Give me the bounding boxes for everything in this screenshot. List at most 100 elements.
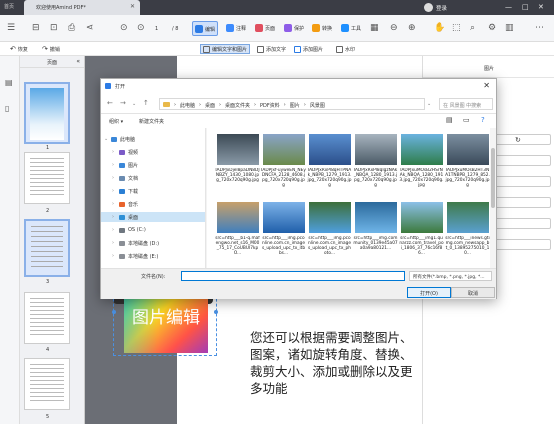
folder-tree-item[interactable]: › 下载 <box>101 186 205 196</box>
scrollbar-thumb[interactable] <box>491 148 495 208</box>
recent-chevron-icon[interactable]: ⌄ <box>132 101 136 107</box>
view-options-icon[interactable]: ▤ <box>446 116 453 124</box>
thumbnail-panel-icon[interactable]: ▤ <box>5 78 13 87</box>
folder-tree-item[interactable]: › 文档 <box>101 173 205 183</box>
file-tile[interactable]: src=http___img.community_0139e45a07a0a9a… <box>353 202 398 257</box>
folder-tree-item[interactable]: › 音乐 <box>101 199 205 209</box>
filename-input[interactable] <box>181 271 405 281</box>
watermark-button[interactable]: 水印 <box>334 44 357 54</box>
layout-icon[interactable]: ▦ <box>370 24 379 33</box>
help-icon[interactable]: ? <box>481 116 485 124</box>
add-image-button[interactable]: 添加图片 <box>292 44 325 54</box>
hand-tool-icon[interactable]: ✋ <box>434 24 445 33</box>
page-thumbnail[interactable] <box>24 219 70 277</box>
file-tile[interactable]: IADPJxDjeI8paDN8DJNBZY_1430_1080.jpg_720… <box>215 134 260 189</box>
search-input[interactable]: 在 风景图 中搜索 <box>439 98 493 110</box>
print-icon[interactable]: ⎙ <box>68 24 75 33</box>
folder-tree-item[interactable]: › 本地磁盘 (D:) <box>101 238 205 248</box>
property-field[interactable] <box>489 197 551 208</box>
preview-pane-icon[interactable]: ▭ <box>463 116 470 124</box>
chevron-right-icon[interactable]: › <box>112 201 116 207</box>
file-tile[interactable]: IADPJxuMOsB2HSrNAk_NBQA_1280_1913.jpg_72… <box>399 134 444 189</box>
property-field[interactable] <box>489 155 551 166</box>
address-bar[interactable]: › 此电脑 › 桌面 › 桌面文件夹 › PDF资料 › 图片 › 风景图 <box>159 98 425 110</box>
prev-page-icon[interactable]: ⊙ <box>120 24 128 33</box>
chevron-right-icon[interactable]: › <box>112 253 116 259</box>
file-grid-scrollbar[interactable] <box>490 128 496 268</box>
folder-tree-item[interactable]: › 本地磁盘 (E:) <box>101 251 205 261</box>
chevron-right-icon[interactable]: › <box>112 214 116 220</box>
file-tile[interactable]: src=http___img.pconline.com.cn_images_up… <box>261 202 306 257</box>
chevron-right-icon[interactable]: › <box>112 188 116 194</box>
dialog-close-icon[interactable]: ✕ <box>483 81 490 90</box>
file-tile[interactable]: src=http___b1-q.mafengwo.net_s16_M00_75_… <box>215 202 260 257</box>
file-tile[interactable]: IADPJxf-uyweEN_NEyDNCFA_2128_4608.jpg_72… <box>261 134 306 189</box>
document-paragraph[interactable]: 您还可以根据需要调整图片、图案，诸如旋转角度、替换、裁剪大小、添加或删除以及更多… <box>250 329 415 397</box>
organize-button[interactable]: 组织 ▾ <box>109 118 123 125</box>
maximize-icon[interactable]: □ <box>522 3 529 11</box>
home-tab[interactable]: 首页 <box>4 3 20 12</box>
tool-tools-button[interactable]: 工具 <box>339 21 363 36</box>
document-tab[interactable]: 欢迎使用Amind PDF* <box>24 0 140 15</box>
rotate-field[interactable]: ↻ <box>489 134 551 145</box>
breadcrumb-item[interactable]: 桌面 <box>205 102 215 109</box>
up-arrow-icon[interactable]: ↑ <box>143 99 149 107</box>
tool-convert-button[interactable]: 转换 <box>310 21 334 36</box>
breadcrumb-item[interactable]: 风景图 <box>310 102 325 109</box>
file-tile[interactable]: src=http___img.pconline.com.cn_images_up… <box>307 202 352 257</box>
tool-annotate-button[interactable]: 注释 <box>224 21 248 36</box>
folder-tree-item[interactable]: › OS (C:) <box>101 225 205 235</box>
search-icon[interactable]: ⌕ <box>470 24 475 33</box>
chevron-right-icon[interactable]: › <box>112 149 116 155</box>
file-tile[interactable]: IADPJxRxPl8qIgzNAk_NBQA_1280_1913.jpg_72… <box>353 134 398 189</box>
bookmark-panel-icon[interactable]: ▯ <box>5 104 9 113</box>
new-folder-button[interactable]: 新建文件夹 <box>139 118 164 125</box>
file-tile[interactable]: src=http___inews.gtimg.com_newsapp_bt_0_… <box>445 202 490 257</box>
page-thumbnail[interactable] <box>24 358 70 410</box>
breadcrumb-item[interactable]: 图片 <box>290 102 300 109</box>
chevron-right-icon[interactable]: › <box>112 240 116 246</box>
add-text-button[interactable]: 添加文字 <box>255 44 288 54</box>
share-icon[interactable]: ⋖ <box>86 24 94 33</box>
save-as-icon[interactable]: ⊡ <box>50 24 58 33</box>
zoom-in-icon[interactable]: ⊕ <box>408 24 416 33</box>
forward-arrow-icon[interactable]: → <box>120 99 126 107</box>
tool-protect-button[interactable]: 保护 <box>282 21 306 36</box>
close-window-icon[interactable]: ✕ <box>538 3 544 11</box>
more-icon[interactable]: ⋯ <box>535 24 544 33</box>
edit-text-image-button[interactable]: 编辑文字和图片 <box>200 44 251 54</box>
file-tile[interactable]: IADPJxRxPl8qHTPNAk_NBPB_1279_1913.jpg_72… <box>307 134 352 189</box>
chevron-right-icon[interactable]: › <box>112 162 116 168</box>
chevron-right-icon[interactable]: › <box>112 227 116 233</box>
folder-tree-item[interactable]: ⌄ 此电脑 <box>101 134 205 144</box>
back-arrow-icon[interactable]: ← <box>107 99 113 107</box>
save-icon[interactable]: ⊟ <box>32 24 40 33</box>
address-dropdown-icon[interactable]: ⌄ <box>427 101 431 107</box>
page-thumbnail[interactable] <box>24 292 70 344</box>
chevron-right-icon[interactable]: › <box>112 175 116 181</box>
page-thumbnail[interactable] <box>24 152 70 204</box>
user-avatar-icon[interactable] <box>424 3 433 12</box>
resize-handle[interactable] <box>214 310 218 314</box>
file-tile[interactable]: IADPJxuMOsB2HT3NA1TNBPB_1279_852.jpg_720… <box>445 134 490 189</box>
property-field[interactable] <box>489 176 551 187</box>
next-page-icon[interactable]: ⊙ <box>137 24 145 33</box>
sidebar-toggle-icon[interactable]: ▥ <box>505 24 514 33</box>
file-tile[interactable]: src=http___img1.qunarzz.com_travel_poi_1… <box>399 202 444 257</box>
breadcrumb-item[interactable]: 桌面文件夹 <box>225 102 250 109</box>
select-tool-icon[interactable]: ⬚ <box>452 24 461 33</box>
tool-page-button[interactable]: 页面 <box>253 21 277 36</box>
breadcrumb-item[interactable]: PDF资料 <box>260 102 280 109</box>
chevron-down-icon[interactable]: ⌄ <box>104 136 108 142</box>
file-type-select[interactable]: 所有文件(*.bmp, *.png, *.jpg, *... <box>409 271 492 281</box>
minimize-icon[interactable]: — <box>505 3 512 11</box>
folder-tree-item[interactable]: › 桌面 <box>101 212 205 222</box>
close-tab-icon[interactable]: ✕ <box>130 3 135 10</box>
folder-tree-item[interactable]: › 视频 <box>101 147 205 157</box>
zoom-out-icon[interactable]: ⊖ <box>390 24 398 33</box>
login-label[interactable]: 登录 <box>436 4 447 12</box>
folder-tree-item[interactable]: › 图片 <box>101 160 205 170</box>
cancel-button[interactable]: 取消 <box>451 287 495 298</box>
page-current[interactable]: 1 <box>155 26 158 32</box>
tool-edit-button[interactable]: 编辑 <box>192 21 219 36</box>
